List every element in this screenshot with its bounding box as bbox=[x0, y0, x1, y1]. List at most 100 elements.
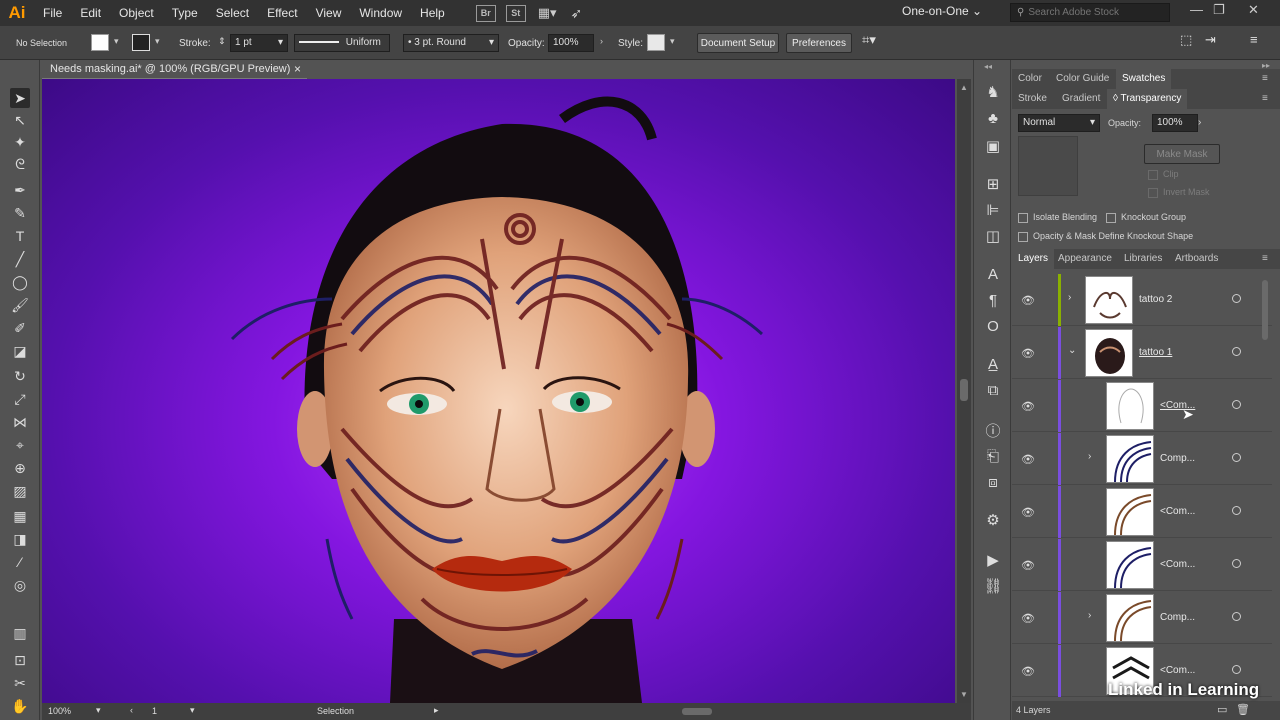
magic-wand-tool-icon[interactable]: ✦ bbox=[10, 132, 30, 152]
menu-file[interactable]: File bbox=[34, 0, 71, 26]
hand-tool-icon[interactable]: ✋ bbox=[10, 696, 30, 716]
opentype-icon[interactable]: O bbox=[983, 316, 1003, 336]
sublayer-row[interactable]: 👁 › Comp... bbox=[1012, 433, 1272, 485]
transform-icon[interactable]: ⊞ bbox=[983, 174, 1003, 194]
menu-select[interactable]: Select bbox=[207, 0, 258, 26]
artboard-number[interactable]: 1 bbox=[152, 706, 157, 716]
layer-row-tattoo-1[interactable]: 👁 ⌄ tattoo 1 bbox=[1012, 327, 1272, 379]
stroke-stepper-icon[interactable]: ⇕ bbox=[218, 36, 226, 47]
graphic-styles-icon[interactable]: ▣ bbox=[983, 136, 1003, 156]
scroll-up-icon[interactable]: ▲ bbox=[960, 83, 968, 92]
zoom-chevron-icon[interactable]: ▾ bbox=[96, 705, 101, 716]
layer-name[interactable]: tattoo 1 bbox=[1139, 347, 1172, 358]
menu-view[interactable]: View bbox=[307, 0, 351, 26]
layer-target-icon[interactable] bbox=[1232, 612, 1241, 621]
panel-menu-icon[interactable]: ≡ bbox=[1250, 32, 1258, 47]
lasso-tool-icon[interactable]: ᘓ bbox=[10, 154, 30, 174]
preferences-button[interactable]: Preferences bbox=[786, 33, 852, 53]
workspace-switcher[interactable]: One-on-One ⌄ bbox=[902, 4, 982, 18]
sublayer-row[interactable]: 👁 <Com... bbox=[1012, 486, 1272, 538]
image-trace-icon[interactable]: ⧉ bbox=[983, 380, 1003, 400]
menu-effect[interactable]: Effect bbox=[258, 0, 306, 26]
width-tool-icon[interactable]: ⋈ bbox=[10, 412, 30, 432]
new-layer-icon[interactable]: ▭ bbox=[1217, 703, 1227, 716]
search-input[interactable] bbox=[1028, 7, 1159, 18]
tab-color[interactable]: Color bbox=[1018, 73, 1042, 84]
bridge-button[interactable]: Br bbox=[475, 4, 496, 22]
control-menu-icon[interactable]: ⇥ bbox=[1205, 32, 1216, 48]
opacity-slider-arrow-icon[interactable]: › bbox=[1198, 117, 1201, 128]
close-document-icon[interactable]: × bbox=[294, 62, 301, 76]
layer-target-icon[interactable] bbox=[1232, 400, 1241, 409]
perspective-grid-tool-icon[interactable]: ▨ bbox=[10, 481, 30, 501]
stock-button[interactable]: St bbox=[505, 4, 526, 22]
layer-name[interactable]: Comp... bbox=[1160, 612, 1195, 623]
opacity-field[interactable]: 100% bbox=[548, 34, 594, 52]
brush-definition[interactable]: • 3 pt. Round ▾ bbox=[403, 34, 499, 52]
appearance-settings-icon[interactable]: ⚙ bbox=[983, 510, 1003, 530]
isolate-icon[interactable]: ⬚ bbox=[1180, 32, 1192, 48]
actions-play-icon[interactable]: ▶ bbox=[983, 550, 1003, 570]
invert-mask-checkbox[interactable]: Invert Mask bbox=[1148, 187, 1210, 198]
variable-width-profile[interactable]: Uniform bbox=[294, 34, 390, 52]
transparency-menu-icon[interactable]: ≡ bbox=[1262, 93, 1268, 104]
layer-name[interactable]: <Com... bbox=[1160, 506, 1195, 517]
pathfinder-icon[interactable]: ◫ bbox=[983, 226, 1003, 246]
menu-window[interactable]: Window bbox=[350, 0, 411, 26]
clip-checkbox[interactable]: Clip bbox=[1148, 169, 1179, 180]
layer-target-icon[interactable] bbox=[1232, 453, 1241, 462]
style-chevron-icon[interactable]: ▾ bbox=[670, 36, 675, 47]
artboard-chevron-icon[interactable]: ▾ bbox=[190, 705, 195, 716]
links-chain-icon[interactable]: ⛓ bbox=[983, 576, 1003, 596]
visibility-eye-icon[interactable]: 👁 bbox=[1021, 506, 1035, 519]
visibility-eye-icon[interactable]: 👁 bbox=[1021, 400, 1035, 413]
transparency-opacity-field[interactable]: 100% bbox=[1152, 114, 1198, 132]
isolate-blending-checkbox[interactable]: Isolate Blending bbox=[1018, 212, 1097, 223]
scroll-thumb[interactable] bbox=[960, 379, 968, 401]
layer-name[interactable]: <Com... bbox=[1160, 559, 1195, 570]
tab-color-guide[interactable]: Color Guide bbox=[1056, 73, 1109, 84]
artboard-tool-icon[interactable]: ⊡ bbox=[10, 650, 30, 670]
expand-arrow-icon[interactable]: › bbox=[1068, 292, 1071, 303]
visibility-eye-icon[interactable]: 👁 bbox=[1021, 612, 1035, 625]
expand-arrow-icon[interactable]: › bbox=[1088, 451, 1091, 462]
search-stock-box[interactable]: ⚲ bbox=[1010, 3, 1170, 22]
fill-swatch[interactable] bbox=[91, 34, 109, 51]
eraser-tool-icon[interactable]: ◪ bbox=[10, 341, 30, 361]
info-icon[interactable]: ⓘ bbox=[983, 420, 1003, 440]
layer-target-icon[interactable] bbox=[1232, 506, 1241, 515]
pen-tool-icon[interactable]: ✒ bbox=[10, 180, 30, 200]
stroke-swatch[interactable] bbox=[132, 34, 150, 51]
expand-arrow-icon[interactable]: › bbox=[1088, 610, 1091, 621]
free-transform-tool-icon[interactable]: ⌖ bbox=[10, 435, 30, 455]
artboard-canvas[interactable] bbox=[42, 79, 955, 703]
visibility-eye-icon[interactable]: 👁 bbox=[1021, 453, 1035, 466]
sublayer-row[interactable]: 👁 <Com... ➤ bbox=[1012, 380, 1272, 432]
tab-libraries[interactable]: Libraries bbox=[1124, 253, 1162, 264]
prev-artboard-icon[interactable]: ‹ bbox=[130, 705, 133, 715]
tab-stroke[interactable]: Stroke bbox=[1018, 93, 1047, 104]
sublayer-row[interactable]: 👁 › Comp... bbox=[1012, 592, 1272, 644]
direct-selection-tool-icon[interactable]: ↖ bbox=[10, 110, 30, 130]
graphic-style-swatch[interactable] bbox=[647, 34, 665, 51]
canvas-vertical-scrollbar[interactable]: ▲ ▼ bbox=[957, 79, 971, 703]
curvature-tool-icon[interactable]: ✎ bbox=[10, 203, 30, 223]
layer-target-icon[interactable] bbox=[1232, 559, 1241, 568]
color-panel-menu-icon[interactable]: ≡ bbox=[1262, 73, 1268, 84]
glyphs-icon[interactable]: A̲ bbox=[983, 354, 1003, 374]
symbols-icon[interactable]: ♣ bbox=[983, 108, 1003, 128]
layer-target-icon[interactable] bbox=[1232, 665, 1241, 674]
minimize-icon[interactable]: — bbox=[1190, 2, 1203, 17]
restore-icon[interactable]: ❐ bbox=[1213, 2, 1225, 18]
paragraph-icon[interactable]: ¶ bbox=[983, 290, 1003, 310]
scale-tool-icon[interactable]: ⤢ bbox=[10, 389, 30, 409]
collapse-strip-icon[interactable]: ◂◂ bbox=[984, 62, 992, 71]
scroll-down-icon[interactable]: ▼ bbox=[960, 690, 968, 699]
tab-artboards[interactable]: Artboards bbox=[1175, 253, 1218, 264]
paintbrush-tool-icon[interactable]: 🖌 bbox=[10, 295, 30, 315]
sublayer-row[interactable]: 👁 <Com... bbox=[1012, 539, 1272, 591]
horizontal-scroll-thumb[interactable] bbox=[682, 708, 712, 715]
knockout-group-checkbox[interactable]: Knockout Group bbox=[1106, 212, 1186, 223]
rotate-tool-icon[interactable]: ↻ bbox=[10, 366, 30, 386]
collapse-arrow-icon[interactable]: ⌄ bbox=[1068, 345, 1076, 356]
